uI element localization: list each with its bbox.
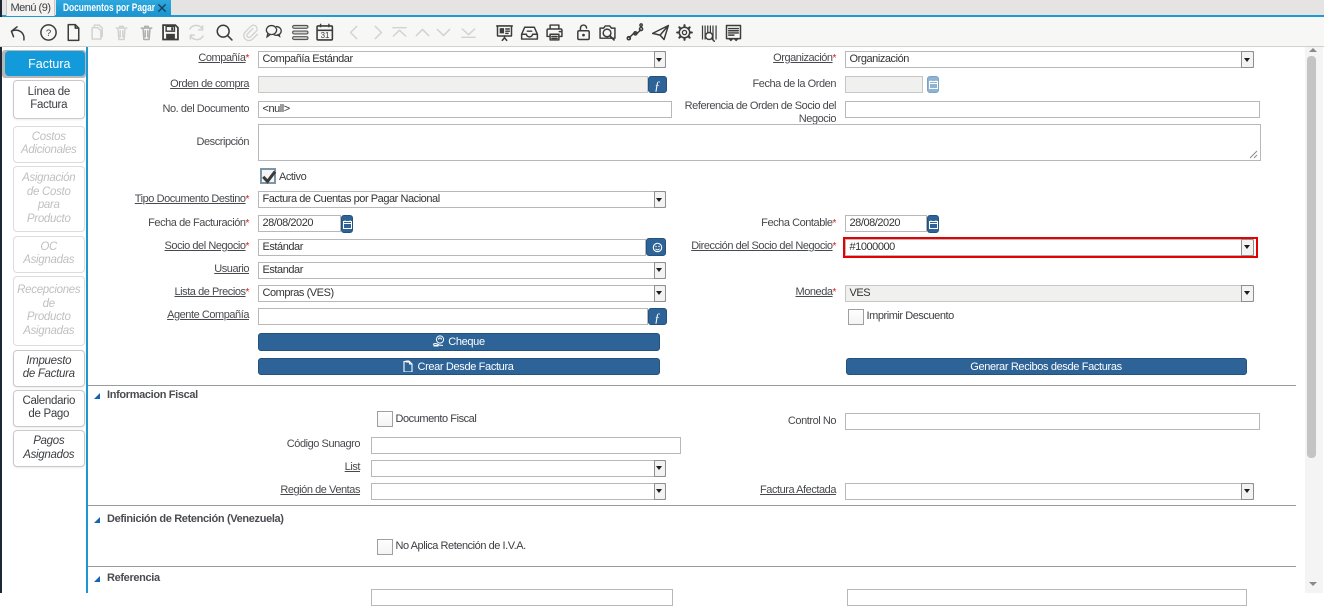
svg-text:?: ? [46,28,51,39]
svg-text:31: 31 [320,31,329,40]
